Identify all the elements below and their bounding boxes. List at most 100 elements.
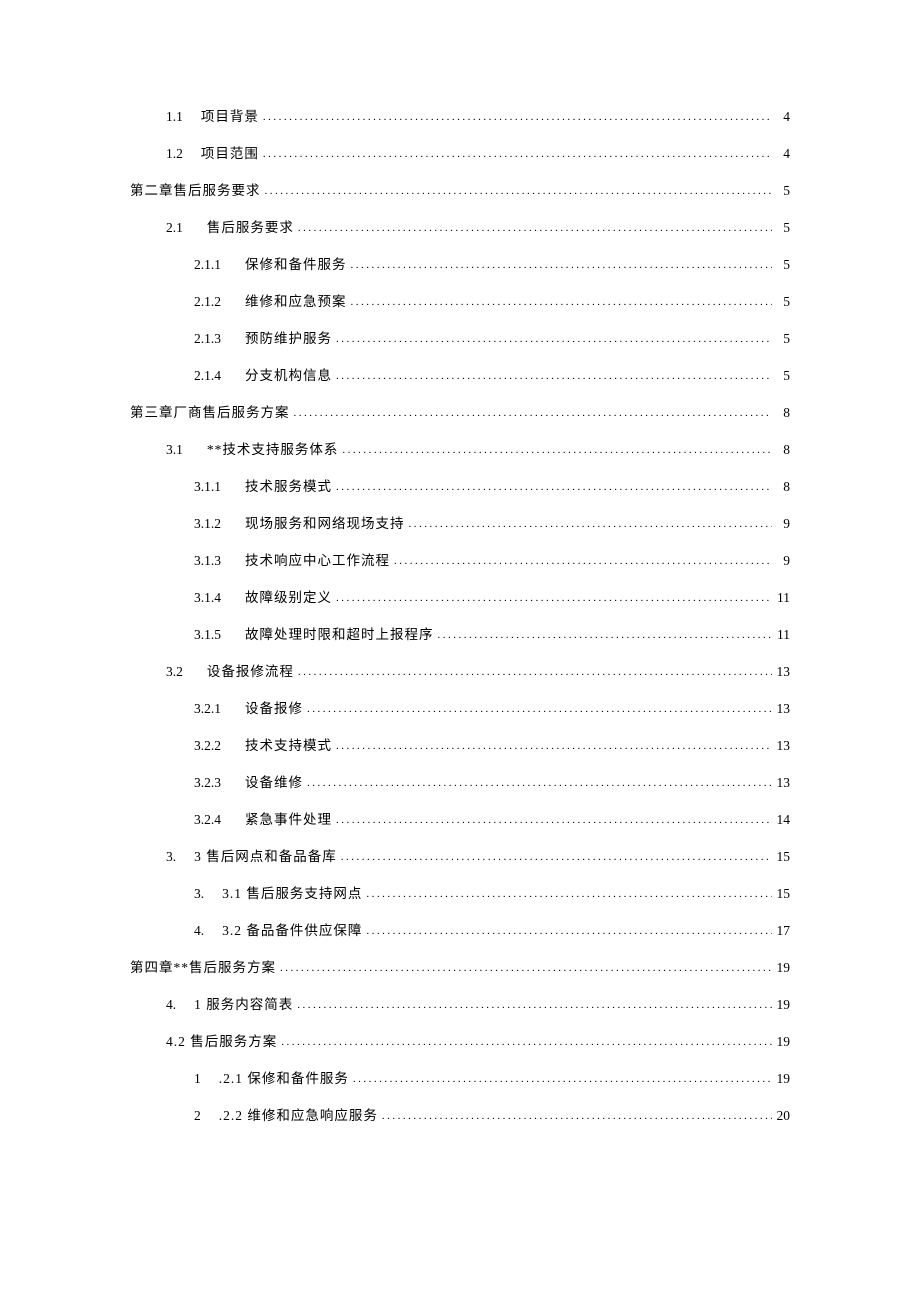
toc-leader-dots <box>353 1074 772 1085</box>
toc-entry: 2.1.2维修和应急预案5 <box>130 295 790 309</box>
toc-entry-page: 11 <box>774 591 790 605</box>
toc-entry-number: 3.2.2 <box>194 739 221 753</box>
toc-leader-dots <box>336 741 772 752</box>
toc-entry-page: 15 <box>774 850 790 864</box>
toc-entry-page: 5 <box>774 332 790 346</box>
toc-entry: 2.1.1保修和备件服务5 <box>130 258 790 272</box>
toc-entry-page: 20 <box>774 1109 790 1123</box>
toc-entry-title: 故障级别定义 <box>245 591 332 605</box>
toc-leader-dots <box>342 445 772 456</box>
toc-entry: 第二章售后服务要求 5 <box>130 184 790 198</box>
toc-leader-dots <box>336 371 772 382</box>
toc-entry: 第三章厂商售后服务方案8 <box>130 406 790 420</box>
toc-entry-page: 15 <box>774 887 790 901</box>
toc-entry-number: 3. <box>194 887 204 901</box>
toc-entry-number: 2.1.2 <box>194 295 221 309</box>
toc-entry-title: 故障处理时限和超时上报程序 <box>245 628 434 642</box>
toc-entry-number: 3.2.4 <box>194 813 221 827</box>
toc-entry-page: 4 <box>774 110 790 124</box>
toc-leader-dots <box>351 260 773 271</box>
toc-entry: 3.1.3 技术响应中心工作流程 9 <box>130 554 790 568</box>
toc-entry: 3.2.3 设备维修 13 <box>130 776 790 790</box>
toc-entry-number: 3.2 <box>166 665 183 679</box>
toc-entry-title: 1 服务内容简表 <box>194 998 293 1012</box>
toc-entry: 3.1**技术支持服务体系8 <box>130 443 790 457</box>
toc-entry-page: 17 <box>774 924 790 938</box>
toc-entry-title: 3 售后网点和备品备库 <box>194 850 337 864</box>
toc-entry-page: 19 <box>774 961 790 975</box>
toc-leader-dots <box>366 926 772 937</box>
toc-entry: 2.1售后服务要求5 <box>130 221 790 235</box>
toc-leader-dots <box>298 667 772 678</box>
toc-entry-number: 3.1.4 <box>194 591 221 605</box>
toc-entry-page: 13 <box>774 776 790 790</box>
toc-entry: 1.1 项目背景 4 <box>130 110 790 124</box>
toc-entry-title: 第二章售后服务要求 <box>130 184 261 198</box>
toc-entry: 4. 1 服务内容简表 19 <box>130 998 790 1012</box>
toc-entry-number: 3.1.5 <box>194 628 221 642</box>
toc-leader-dots <box>265 186 773 197</box>
toc-leader-dots <box>336 593 772 604</box>
toc-entry-number: 3.2.3 <box>194 776 221 790</box>
toc-leader-dots <box>336 334 772 345</box>
toc-entry-number: 3. <box>166 850 176 864</box>
toc-leader-dots <box>298 223 772 234</box>
toc-leader-dots <box>281 1037 772 1048</box>
toc-entry-page: 5 <box>774 295 790 309</box>
toc-entry: 3.1.4 故障级别定义 11 <box>130 591 790 605</box>
toc-entry-title: 技术支持模式 <box>245 739 332 753</box>
toc-entry: 3.1.2 现场服务和网络现场支持 9 <box>130 517 790 531</box>
toc-entry-number: 3.1.3 <box>194 554 221 568</box>
toc-entry-number: 4. <box>194 924 204 938</box>
toc-entry-number: 2.1.4 <box>194 369 221 383</box>
toc-entry-page: 5 <box>774 258 790 272</box>
toc-leader-dots <box>341 852 772 863</box>
toc-entry-page: 4 <box>774 147 790 161</box>
toc-entry-number: 2.1.3 <box>194 332 221 346</box>
toc-leader-dots <box>366 889 772 900</box>
toc-entry: 3.2.1设备报修13 <box>130 702 790 716</box>
toc-entry: 2.2.2 维修和应急响应服务20 <box>130 1109 790 1123</box>
toc-leader-dots <box>394 556 772 567</box>
toc-entry-title: 预防维护服务 <box>245 332 332 346</box>
toc-entry-title: 3.2 备品备件供应保障 <box>222 924 362 938</box>
toc-entry: 2.1.4分支机构信息5 <box>130 369 790 383</box>
toc-entry-page: 19 <box>774 1035 790 1049</box>
toc-entry-number: 2.1.1 <box>194 258 221 272</box>
toc-entry-title: 项目范围 <box>201 147 259 161</box>
toc-leader-dots <box>438 630 773 641</box>
toc-entry-title: 技术响应中心工作流程 <box>245 554 390 568</box>
toc-entry: 3. 3 售后网点和备品备库 15 <box>130 850 790 864</box>
toc-entry-number: 1.2 <box>166 147 183 161</box>
toc-entry-number: 1.1 <box>166 110 183 124</box>
toc-leader-dots <box>336 815 772 826</box>
toc-entry-title: 第三章厂商售后服务方案 <box>130 406 290 420</box>
toc-leader-dots <box>307 778 772 789</box>
toc-entry-number: 3.1.2 <box>194 517 221 531</box>
toc-entry-number: 1 <box>194 1072 201 1086</box>
toc-entry-title: 售后服务要求 <box>207 221 294 235</box>
toc-entry-number: 4. <box>166 998 176 1012</box>
toc-entry-page: 5 <box>774 184 790 198</box>
toc-entry-page: 13 <box>774 702 790 716</box>
toc-entry-title: 3.1 售后服务支持网点 <box>222 887 362 901</box>
toc-entry-page: 19 <box>774 998 790 1012</box>
table-of-contents: 1.1 项目背景 4 1.2 项目范围 4 第二章售后服务要求 5 2.1售后服务要求5 2.1.… <box>130 110 790 1123</box>
toc-entry-number: 3.1.1 <box>194 480 221 494</box>
toc-entry-title: 第四章**售后服务方案 <box>130 961 276 975</box>
toc-entry-title: 设备报修 <box>245 702 303 716</box>
toc-leader-dots <box>263 112 772 123</box>
toc-entry-page: 9 <box>774 517 790 531</box>
toc-leader-dots <box>263 149 772 160</box>
toc-entry-title: 分支机构信息 <box>245 369 332 383</box>
toc-leader-dots <box>307 704 772 715</box>
toc-entry-page: 9 <box>774 554 790 568</box>
toc-entry-title: 现场服务和网络现场支持 <box>245 517 405 531</box>
toc-entry-title: 项目背景 <box>201 110 259 124</box>
toc-leader-dots <box>294 408 773 419</box>
toc-entry-title: 设备维修 <box>245 776 303 790</box>
toc-entry: 4. 3.2 备品备件供应保障 17 <box>130 924 790 938</box>
toc-entry: 第四章**售后服务方案 19 <box>130 961 790 975</box>
toc-entry-number: 3.1 <box>166 443 183 457</box>
toc-entry-page: 8 <box>774 480 790 494</box>
